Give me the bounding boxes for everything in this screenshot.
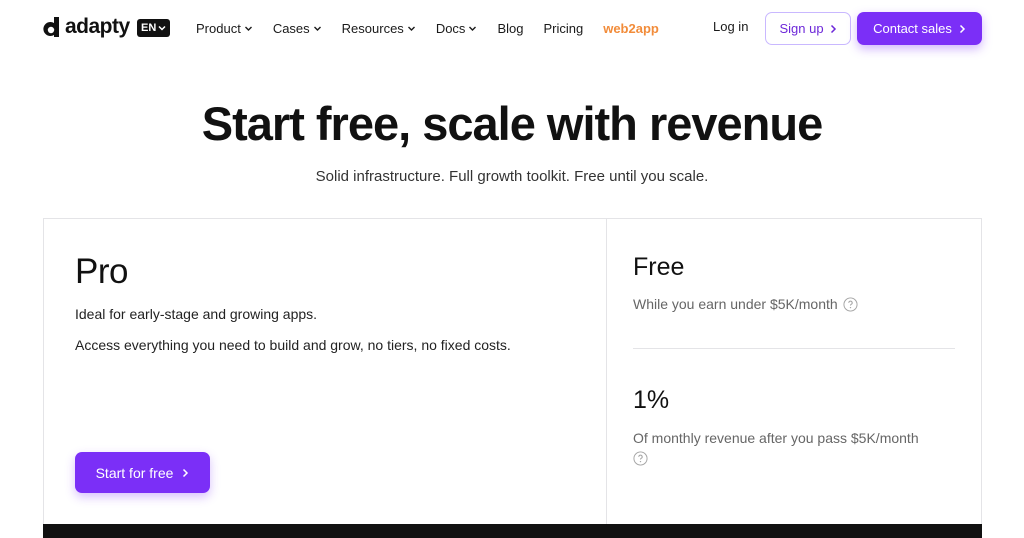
language-label: EN [141, 22, 157, 34]
logo-mark-icon [43, 17, 59, 37]
tier-percent-help [633, 451, 648, 471]
signup-label: Sign up [779, 21, 824, 36]
nav-item-label: Cases [272, 20, 310, 36]
nav-item-label: Blog [497, 20, 524, 36]
nav-item-label: Product [196, 20, 241, 36]
nav-item-resources[interactable]: Resources [342, 21, 416, 36]
plan-name: Pro [75, 252, 128, 291]
nav-item-docs[interactable]: Docs [436, 21, 478, 36]
login-link[interactable]: Log in [713, 19, 748, 34]
start-for-free-button[interactable]: Start for free [75, 452, 210, 493]
nav-item-label: web2app [603, 20, 659, 36]
tier-free-subtitle-text: While you earn under $5K/month [633, 296, 838, 312]
help-circle-icon[interactable] [843, 296, 858, 312]
nav-item-label: Docs [435, 20, 466, 36]
dark-section-edge [43, 524, 982, 538]
tier-free-subtitle: While you earn under $5K/month [633, 296, 858, 312]
nav-item-web2app[interactable]: web2app [603, 21, 659, 36]
nav-item-pricing[interactable]: Pricing [543, 21, 583, 36]
contact-sales-label: Contact sales [873, 21, 952, 36]
chevron-right-icon [830, 24, 836, 33]
chevron-down-icon [158, 25, 166, 31]
chevron-right-icon [183, 468, 189, 477]
nav-item-product[interactable]: Product [196, 21, 253, 36]
main-nav: Product Cases Resources Docs Blog Pricin… [196, 18, 679, 38]
chevron-down-icon [244, 26, 252, 31]
logo[interactable]: adapty [43, 15, 130, 39]
chevron-down-icon [313, 26, 321, 31]
chevron-down-icon [469, 26, 477, 31]
tier-percent-subtitle: Of monthly revenue after you pass $5K/mo… [633, 430, 919, 446]
logo-text: adapty [65, 15, 130, 38]
page-subtitle: Solid infrastructure. Full growth toolki… [315, 168, 709, 185]
contact-sales-button[interactable]: Contact sales [857, 12, 982, 45]
pricing-card-divider [606, 218, 607, 528]
signup-button[interactable]: Sign up [765, 12, 851, 45]
nav-item-blog[interactable]: Blog [497, 21, 523, 36]
nav-item-label: Resources [341, 20, 404, 36]
tier-percent-title: 1% [633, 386, 670, 414]
plan-description: Ideal for early-stage and growing apps. [75, 306, 318, 322]
site-header: adapty EN Product Cases Resources Docs B… [0, 0, 1024, 56]
language-selector[interactable]: EN [137, 19, 171, 37]
chevron-down-icon [407, 26, 415, 31]
tier-separator [633, 348, 955, 349]
nav-item-cases[interactable]: Cases [273, 21, 322, 36]
plan-details: Access everything you need to build and … [75, 337, 511, 353]
tier-free-title: Free [633, 253, 685, 281]
page-title: Start free, scale with revenue [201, 97, 823, 150]
help-circle-icon[interactable] [633, 451, 648, 466]
nav-item-label: Pricing [543, 20, 584, 36]
chevron-right-icon [959, 24, 965, 33]
start-for-free-label: Start for free [95, 464, 174, 481]
